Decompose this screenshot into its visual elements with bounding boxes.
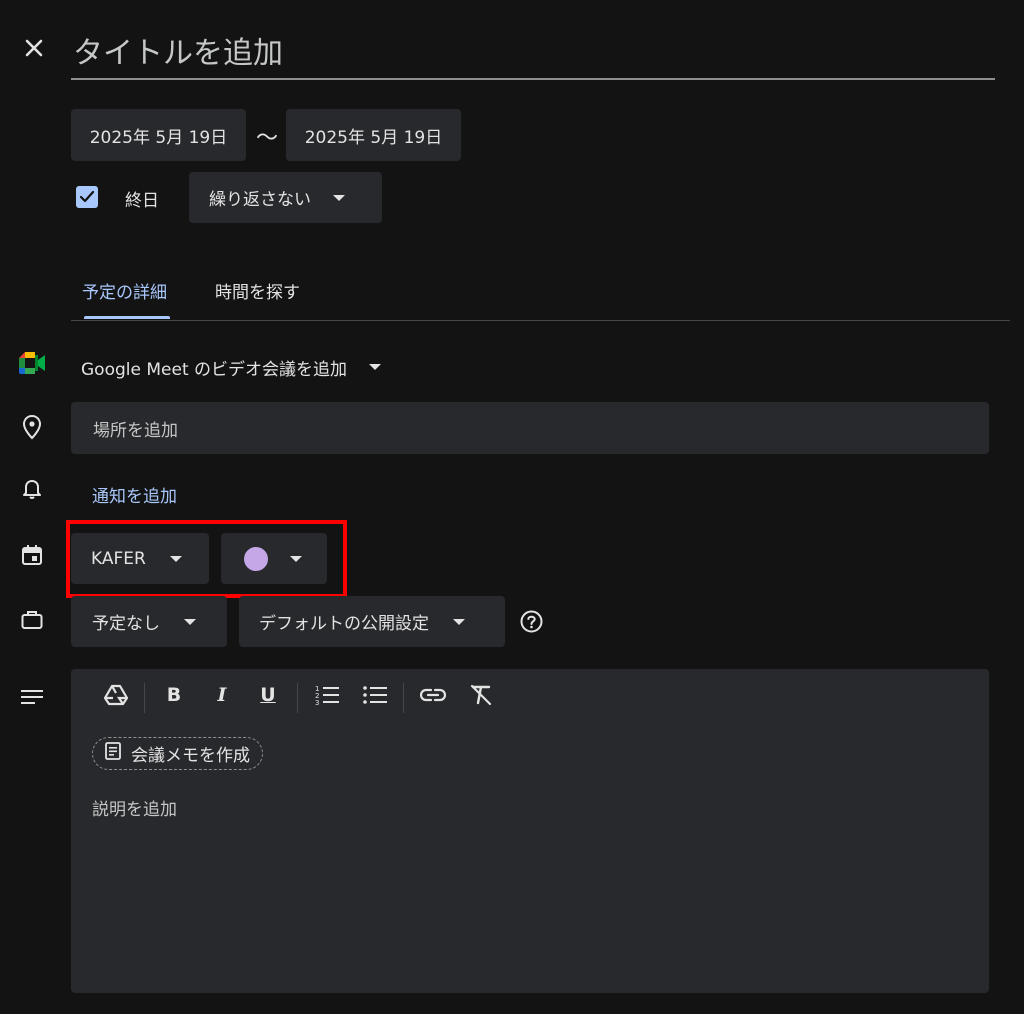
location-input[interactable]: 場所を追加 [71, 402, 989, 454]
briefcase-icon [21, 610, 43, 630]
chevron-down-icon [453, 618, 465, 625]
link-icon[interactable] [419, 681, 447, 709]
location-placeholder: 場所を追加 [93, 420, 178, 441]
calendar-icon [21, 544, 43, 566]
svg-text:3: 3 [315, 699, 319, 706]
repeat-value: 繰り返さない [209, 190, 311, 210]
chevron-down-icon [333, 194, 345, 201]
title-input[interactable]: タイトルを追加 [71, 22, 995, 80]
toolbar-divider [144, 683, 145, 713]
toolbar-divider [403, 683, 404, 713]
end-date-label: 2025年 5月 19日 [304, 127, 443, 148]
numbered-list-icon[interactable]: 123 [313, 681, 341, 709]
description-icon [21, 689, 43, 705]
meeting-notes-label: 会議メモを作成 [131, 746, 250, 766]
title-placeholder: タイトルを追加 [73, 36, 283, 71]
start-date-button[interactable]: 2025年 5月 19日 [71, 109, 246, 161]
tab-event-details[interactable]: 予定の詳細 [82, 278, 167, 303]
meet-label: Google Meet のビデオ会議を追加 [81, 359, 348, 380]
chevron-down-icon [369, 364, 382, 370]
description-placeholder: 説明を追加 [92, 800, 177, 820]
document-icon [105, 742, 121, 765]
bell-icon [22, 478, 42, 500]
allday-label: 終日 [125, 191, 159, 211]
check-icon [79, 190, 95, 203]
repeat-dropdown[interactable]: 繰り返さない [189, 172, 382, 223]
tab-find-time[interactable]: 時間を探す [215, 278, 300, 303]
highlight-box [66, 520, 347, 598]
google-meet-icon [19, 352, 45, 374]
start-date-label: 2025年 5月 19日 [89, 127, 228, 148]
help-icon[interactable] [520, 610, 543, 633]
visibility-dropdown[interactable]: デフォルトの公開設定 [239, 596, 505, 647]
location-icon [21, 414, 43, 440]
busy-dropdown[interactable]: 予定なし [71, 596, 227, 647]
end-date-button[interactable]: 2025年 5月 19日 [286, 109, 461, 161]
drive-icon[interactable] [102, 681, 130, 709]
underline-icon[interactable]: U [254, 681, 282, 709]
allday-checkbox[interactable] [76, 186, 98, 208]
close-icon[interactable] [22, 36, 46, 60]
tabs-divider [71, 320, 1010, 321]
italic-icon[interactable]: I [208, 681, 236, 709]
meet-dropdown[interactable]: Google Meet のビデオ会議を追加 [81, 354, 382, 380]
description-editor[interactable]: B I U 123 会議メモを作成 説明を追加 [71, 669, 989, 993]
bulleted-list-icon[interactable] [361, 681, 389, 709]
busy-value: 予定なし [92, 614, 160, 634]
chevron-down-icon [184, 618, 196, 625]
create-meeting-notes-button[interactable]: 会議メモを作成 [92, 737, 263, 770]
tab-active-indicator [84, 316, 170, 319]
toolbar-divider [297, 683, 298, 713]
clear-format-icon[interactable] [467, 681, 495, 709]
visibility-value: デフォルトの公開設定 [259, 614, 429, 634]
add-notification-link[interactable]: 通知を追加 [92, 482, 177, 507]
bold-icon[interactable]: B [160, 681, 188, 709]
date-separator: 〜 [256, 126, 279, 151]
